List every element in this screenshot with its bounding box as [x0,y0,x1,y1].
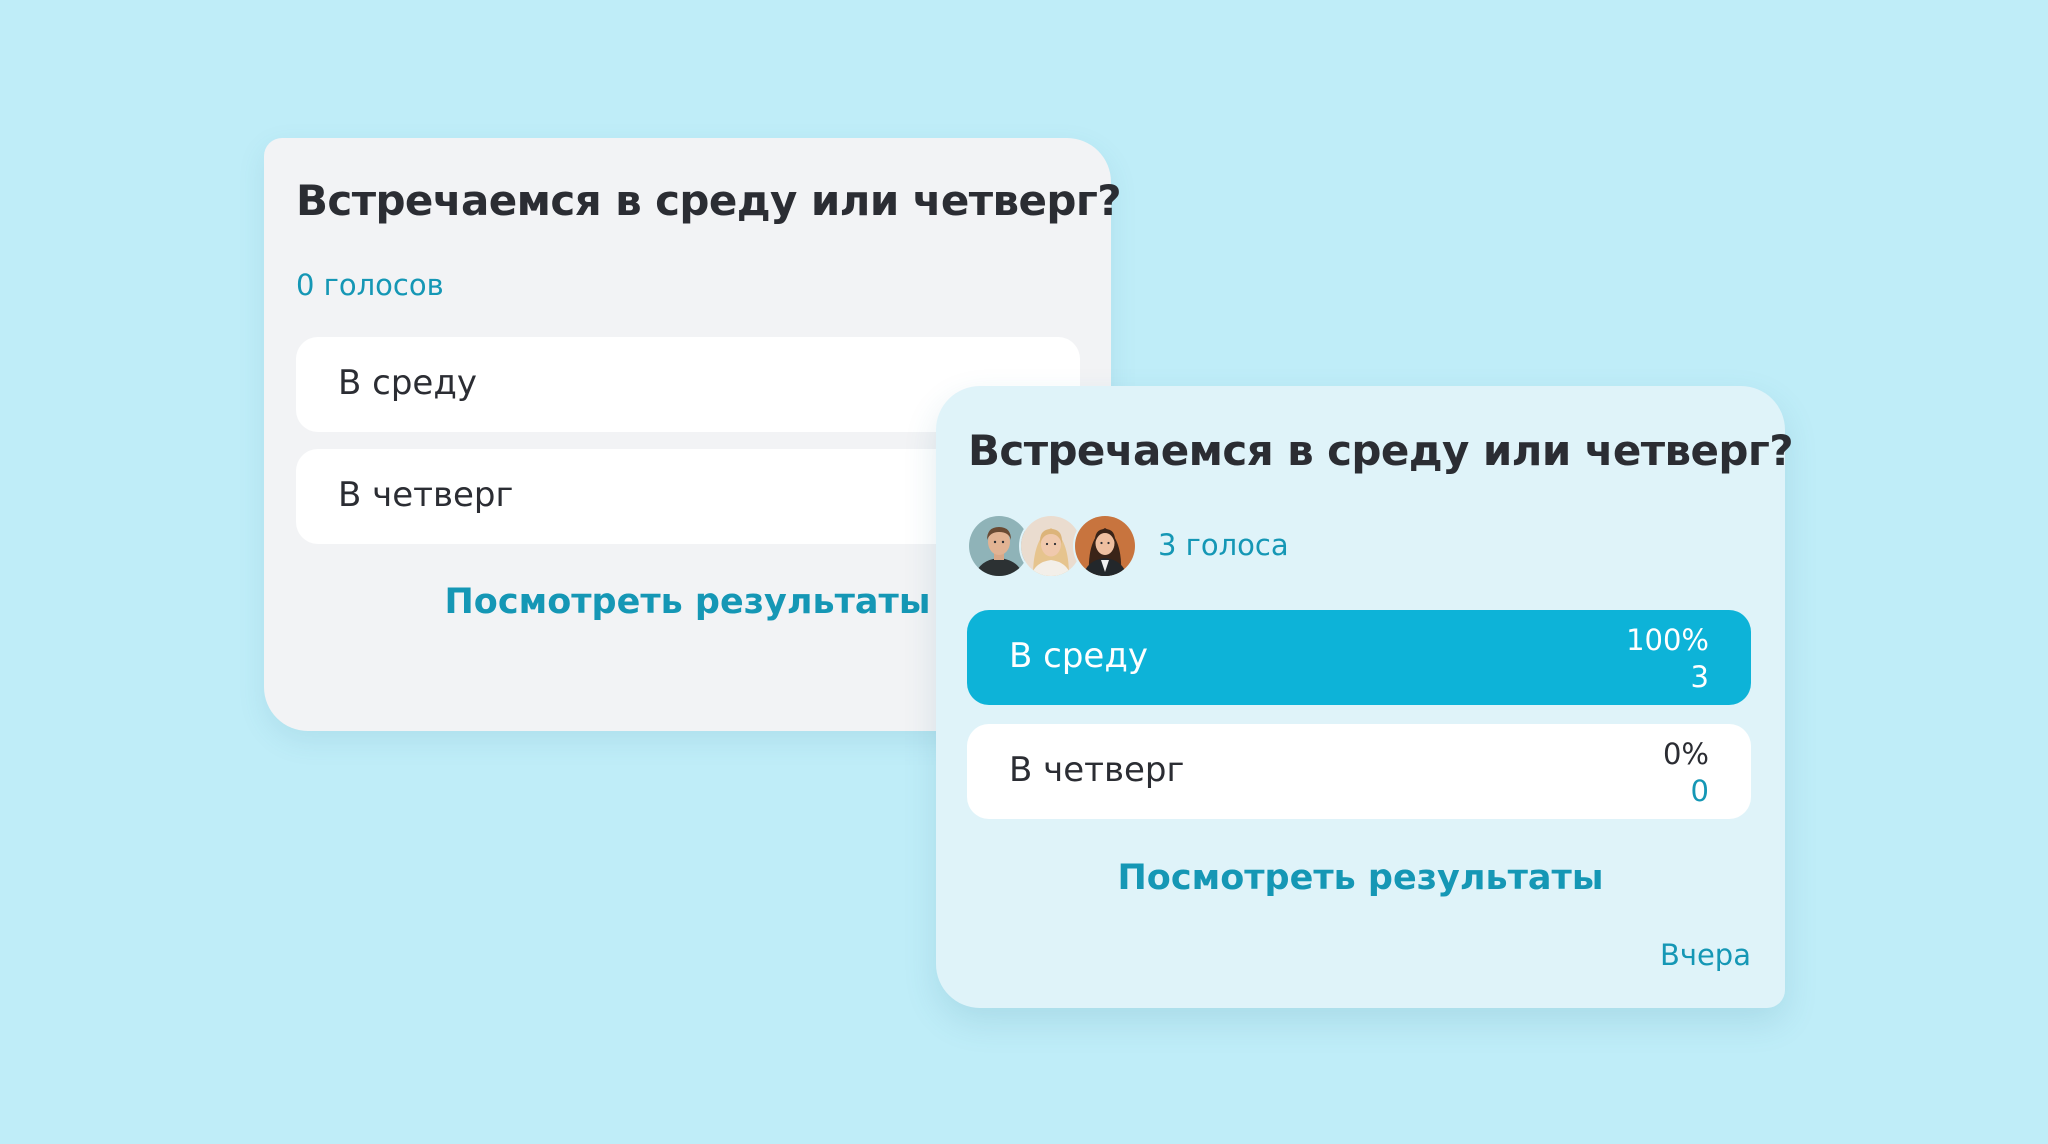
poll-question: Встречаемся в среду или четверг? [296,176,1122,225]
option-vote-count: 0 [1690,774,1709,808]
option-percent: 100% [1626,623,1709,657]
poll-option-wednesday[interactable]: В среду 100% 3 [967,610,1751,705]
poll-option-thursday[interactable]: В четверг 0% 0 [967,724,1751,819]
message-timestamp: Вчера [1659,938,1751,972]
votes-count[interactable]: 3 голоса [1158,528,1289,562]
option-percent: 0% [1662,737,1709,771]
poll-question: Встречаемся в среду или четверг? [968,426,1794,475]
option-label: В среду [338,363,477,403]
votes-count: 0 голосов [296,268,444,302]
option-label: В четверг [338,475,514,515]
option-label: В среду [1009,636,1148,676]
option-label: В четверг [1009,750,1185,790]
poll-card-voted: Встречаемся в среду или четверг? 3 голос… [936,386,1794,1008]
option-result: 100% 3 [1626,622,1709,696]
avatar [1073,514,1137,578]
option-vote-count: 3 [1690,660,1709,694]
view-results-link[interactable]: Посмотреть результаты [936,858,1785,898]
option-result: 0% 0 [1663,736,1709,810]
